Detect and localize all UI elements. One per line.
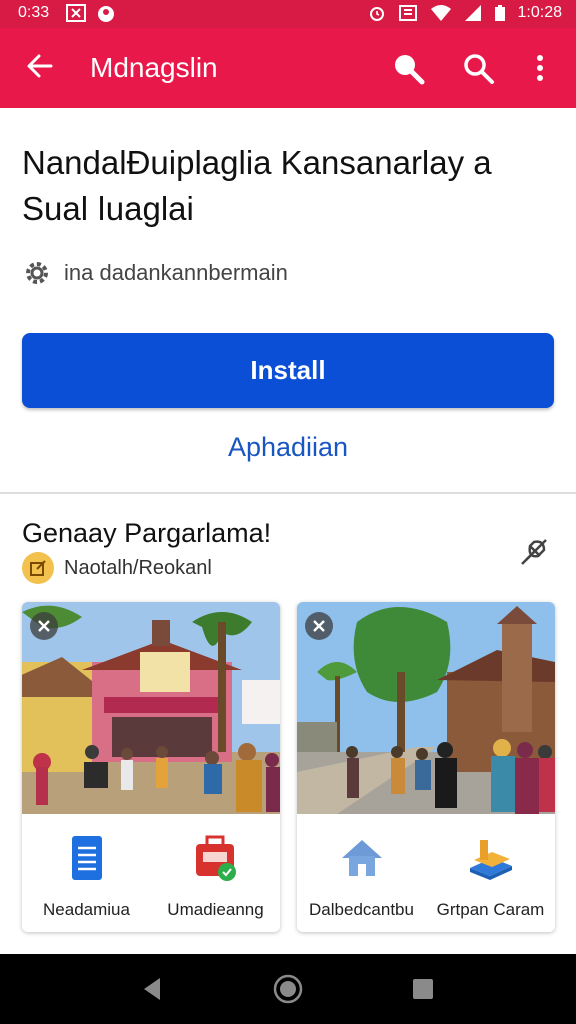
developer-row[interactable]: ina dadankannbermain (22, 258, 288, 288)
close-icon[interactable] (30, 612, 58, 640)
nfc-icon (398, 5, 417, 21)
tile-label: Neadamiua (43, 900, 130, 919)
status-time: 0:33 (18, 4, 50, 21)
tile-label: Grtpan Caram (436, 900, 545, 919)
tile-label: Umadieanng (167, 900, 264, 919)
circle-icon (98, 6, 114, 22)
secondary-link[interactable]: Aphadiian (0, 432, 576, 463)
alarm-icon (369, 7, 384, 21)
tile-label: Dalbedcantbu (309, 900, 414, 919)
app-title: NandalĐuiplaglia Kansanarlay a Sual ǀuag… (22, 144, 492, 227)
app-bar-title: Mdnagslin (90, 52, 218, 83)
system-nav-bar (0, 954, 576, 1024)
tile-home[interactable]: Dalbedcantbu (297, 814, 426, 932)
gear-icon (26, 262, 48, 284)
books-icon (470, 840, 512, 880)
card-town[interactable]: Neadamiua Umadieanng (22, 602, 280, 932)
signal-icon (464, 5, 481, 21)
back-triangle-icon[interactable] (136, 972, 170, 1006)
back-arrow-icon[interactable] (22, 48, 58, 84)
home-icon (342, 840, 382, 876)
edit-badge-icon (22, 552, 54, 584)
section-subtitle: Naotalh/Reokanl (64, 556, 212, 579)
town-square-photo (22, 602, 280, 814)
status-notification-icons (66, 4, 116, 24)
tile-books[interactable]: Grtpan Caram (426, 814, 555, 932)
search-icon[interactable] (390, 50, 426, 86)
status-system-icons: 1:0:28 (368, 4, 562, 22)
status-bar: 0:33 1:0:28 (0, 0, 576, 28)
wifi-icon (430, 5, 451, 21)
install-button[interactable]: Install (22, 333, 554, 408)
tile-toolbox[interactable]: Umadieanng (151, 814, 280, 932)
search-outline-icon[interactable] (460, 50, 496, 86)
close-icon[interactable] (305, 612, 333, 640)
section-subtitle-row[interactable]: Naotalh/Reokanl (22, 552, 212, 584)
recents-square-icon[interactable] (406, 972, 440, 1006)
toolbox-icon (196, 835, 236, 881)
home-circle-icon[interactable] (271, 972, 305, 1006)
pin-off-icon[interactable] (516, 534, 552, 570)
developer-name: ina dadankannbermain (64, 260, 288, 285)
card-village[interactable]: Dalbedcantbu Grtpan Caram (297, 602, 555, 932)
status-clock: 1:0:28 (517, 4, 562, 21)
section-title: Genaay Pargarlama! (22, 518, 272, 548)
tile-document[interactable]: Neadamiua (22, 814, 151, 932)
village-street-photo (297, 602, 555, 814)
close-box-icon (66, 4, 86, 22)
document-icon (72, 836, 102, 880)
more-vert-icon[interactable] (522, 50, 558, 86)
battery-icon (494, 5, 505, 21)
app-bar: Mdnagslin (0, 28, 576, 108)
